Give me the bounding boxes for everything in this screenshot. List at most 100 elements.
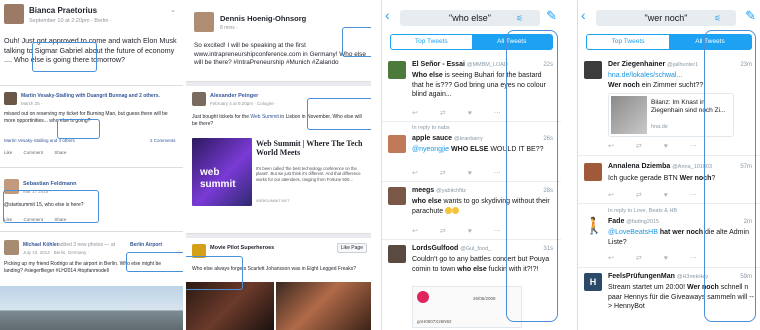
like-icon[interactable]: ♥ <box>468 170 472 177</box>
comment-count[interactable]: 2 Comments <box>150 138 176 143</box>
avatar[interactable]: H <box>584 273 602 291</box>
in-reply-to[interactable]: In reply to Love, Beats & HB <box>608 208 677 214</box>
tweet-handle: @jailhunter1 <box>667 62 699 68</box>
reply-icon[interactable]: ↩ <box>412 110 418 117</box>
reply-icon[interactable]: ↩ <box>412 170 418 177</box>
tweet-author: Der Ziegenhainer @jailhunter1 <box>608 61 698 68</box>
avatar[interactable] <box>4 4 24 24</box>
more-icon[interactable]: ⋯ <box>494 110 501 117</box>
highlight-box <box>342 27 371 57</box>
post-meta: 8 mins · <box>220 25 238 31</box>
post-photo[interactable] <box>0 286 183 330</box>
reply-icon[interactable]: ↩ <box>412 228 418 235</box>
retweet-icon[interactable]: ⇄ <box>636 192 642 199</box>
compose-tweet-icon[interactable]: ✎ <box>546 8 557 24</box>
link-preview-title[interactable]: Web Summit | Where The Tech World Meets <box>256 139 366 157</box>
avatar[interactable] <box>584 163 602 181</box>
web-summit-logo-image[interactable]: web summit <box>192 138 252 206</box>
tweet-handle: @kranbarry <box>454 136 483 142</box>
logo-word-2: summit <box>200 179 236 190</box>
avatar[interactable] <box>388 245 406 263</box>
post-author[interactable]: Michael Köhler <box>23 242 59 248</box>
tweet-author-name[interactable]: El Señor - Essai <box>412 61 465 68</box>
reply-icon[interactable]: ↩ <box>608 143 614 150</box>
retweet-icon[interactable]: ⇄ <box>440 170 446 177</box>
post-author[interactable]: Sebastian Feldmann <box>23 181 77 187</box>
avatar[interactable] <box>388 135 406 153</box>
like-icon[interactable]: ♥ <box>664 255 668 262</box>
more-icon[interactable]: ⋯ <box>690 143 697 150</box>
tweet-handle: @yabitchfitz <box>436 188 467 194</box>
tweet-author-name[interactable]: FeelsPrüfungenMan <box>608 273 675 280</box>
more-icon[interactable]: ⋯ <box>494 170 501 177</box>
tab-top-tweets[interactable]: Top Tweets <box>587 35 669 49</box>
post-text-a: Just bought tickets for the <box>192 114 251 120</box>
more-icon[interactable]: ⋯ <box>690 192 697 199</box>
more-icon[interactable]: ⋯ <box>494 228 501 235</box>
post-author[interactable]: Bianca Praetorius <box>29 6 97 15</box>
avatar[interactable] <box>388 61 406 79</box>
avatar[interactable] <box>388 187 406 205</box>
filter-icon[interactable]: ⚟ <box>714 14 721 23</box>
tweet-author-name[interactable]: Annalena Dziemba <box>608 163 670 170</box>
web-summit-link[interactable]: Web Summit <box>250 114 279 120</box>
highlight-box <box>32 42 97 72</box>
reply-icon[interactable]: ↩ <box>608 192 614 199</box>
like-icon[interactable]: ♥ <box>468 228 472 235</box>
tweet-author: El Señor - Essai @MMBM_LOAD <box>412 61 508 68</box>
highlight-box <box>186 256 243 290</box>
avatar[interactable]: 🚶 <box>584 218 604 236</box>
more-icon[interactable]: ⋯ <box>690 255 697 262</box>
retweet-icon[interactable]: ⇄ <box>636 255 642 262</box>
search-header: ‹ "wer noch" ⚟ ✎ <box>578 0 760 32</box>
reply-icon[interactable]: ↩ <box>608 255 614 262</box>
share-button[interactable]: Share <box>54 150 66 155</box>
tweet-author-name[interactable]: meegs <box>412 187 434 194</box>
retweet-icon[interactable]: ⇄ <box>636 143 642 150</box>
tweet-match: Wer noch <box>608 81 640 89</box>
ticket-date: 26/05/2008 <box>473 296 496 301</box>
tweet-handle: @Gul_food_ <box>460 246 492 252</box>
post-author[interactable]: Martin Vesaky-Stalling with Duangrit Bun… <box>21 93 160 99</box>
retweet-icon[interactable]: ⇄ <box>440 110 446 117</box>
avatar[interactable] <box>194 12 214 32</box>
like-icon[interactable]: ♥ <box>468 110 472 117</box>
avatar[interactable] <box>192 92 206 106</box>
tweet-url-link[interactable]: hna.de/lokales/schwal... <box>608 72 682 79</box>
highlight-box <box>126 252 183 272</box>
tab-top-tweets[interactable]: Top Tweets <box>391 35 472 49</box>
post-photo-right[interactable] <box>276 282 371 330</box>
link-card-domain: hna.de <box>651 124 668 130</box>
link-preview-domain: WEBSUMMIT.NET <box>256 198 290 203</box>
highlight-box <box>704 30 756 322</box>
avatar[interactable] <box>584 61 602 79</box>
chevron-down-icon[interactable]: ⌄ <box>170 6 176 14</box>
compose-tweet-icon[interactable]: ✎ <box>745 8 756 24</box>
like-icon[interactable]: ♥ <box>664 192 668 199</box>
tweet-text-start: Stream startet um 20:00! <box>608 284 687 291</box>
like-icon[interactable]: ♥ <box>664 143 668 150</box>
tweet-author-name[interactable]: Der Ziegenhainer <box>608 61 665 68</box>
post-author[interactable]: Dennis Hoenig-Ohnsorg <box>220 14 306 23</box>
like-page-button[interactable]: Like Page <box>336 243 367 253</box>
avatar[interactable] <box>4 92 17 105</box>
post-author[interactable]: Movie Pilot Superheroes <box>210 245 274 251</box>
comment-button[interactable]: Comment <box>24 150 44 155</box>
tweet-author-name[interactable]: LordsGulfood <box>412 245 458 252</box>
mention-link[interactable]: @LoveBeatsHB <box>608 229 660 236</box>
mention-link[interactable]: @nyeongjie <box>412 146 451 153</box>
tweet-author-name[interactable]: apple sauce <box>412 135 452 142</box>
like-button[interactable]: Like <box>4 150 12 155</box>
avatar[interactable] <box>4 240 19 255</box>
back-arrow-icon[interactable]: ‹ <box>581 7 586 23</box>
link-card-image <box>611 96 647 134</box>
post-author[interactable]: Alexander Peinger <box>210 93 258 99</box>
back-arrow-icon[interactable]: ‹ <box>385 7 390 23</box>
in-reply-to[interactable]: In reply to nabs <box>412 125 450 131</box>
post-place[interactable]: Berlin Airport <box>130 242 162 248</box>
filter-icon[interactable]: ⚟ <box>516 14 523 23</box>
facebook-feed-panel-1: Bianca Praetorius September 10 at 2:20pm… <box>0 0 183 330</box>
post-meta-action: added 3 new photos — at <box>58 242 115 248</box>
tweet-author-name[interactable]: Fade <box>608 218 624 225</box>
retweet-icon[interactable]: ⇄ <box>440 228 446 235</box>
